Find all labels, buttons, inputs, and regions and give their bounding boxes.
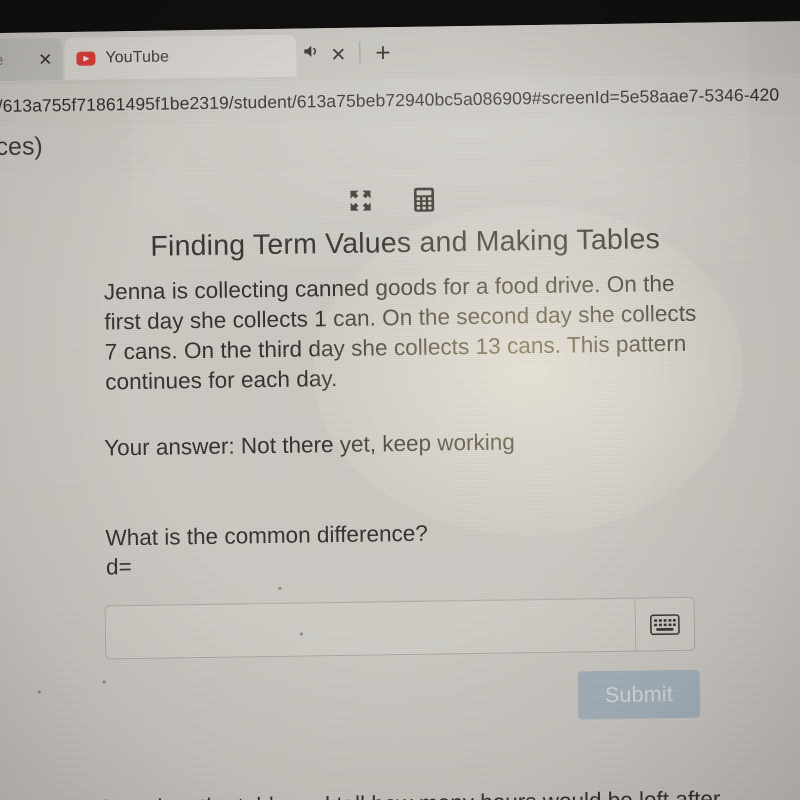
answer-row bbox=[104, 596, 696, 660]
answer-input-value[interactable] bbox=[106, 625, 635, 633]
browser-tab-home[interactable]: me ✕ bbox=[0, 38, 63, 82]
url-text: nce/613a755f71861495f1be2319/student/613… bbox=[0, 83, 780, 116]
youtube-icon bbox=[76, 51, 96, 66]
tab-title: YouTube bbox=[105, 48, 170, 67]
math-keyboard-button[interactable] bbox=[634, 597, 695, 651]
submit-button[interactable]: Submit bbox=[577, 669, 701, 720]
tabstrip-divider bbox=[359, 41, 361, 64]
calculator-icon[interactable] bbox=[412, 187, 435, 213]
tab-close-icon[interactable]: ✕ bbox=[38, 50, 53, 69]
fullscreen-expand-icon[interactable] bbox=[348, 188, 372, 212]
problem-statement: Jenna is collecting canned goods for a f… bbox=[103, 270, 697, 395]
answer-input[interactable] bbox=[104, 596, 696, 660]
tab-title: me bbox=[0, 51, 4, 69]
photo-of-laptop-screen: me ✕ YouTube ✕ + nce/613a755f71861495f1b… bbox=[0, 0, 800, 800]
question-variable: d= bbox=[105, 554, 132, 580]
tab-close-icon[interactable]: ✕ bbox=[330, 44, 346, 67]
page-title: Finding Term Values and Making Tables bbox=[150, 223, 661, 263]
activity-toolbar bbox=[348, 187, 435, 214]
next-question-text: Complete the table and tell how many hou… bbox=[97, 784, 738, 800]
question-text: What is the common difference? bbox=[105, 520, 428, 551]
assignment-content: Finding Term Values and Making Tables Je… bbox=[0, 162, 800, 800]
new-tab-button[interactable]: + bbox=[375, 37, 391, 67]
browser-window: me ✕ YouTube ✕ + nce/613a755f71861495f1b… bbox=[0, 20, 800, 800]
tab-audio-playing-icon[interactable] bbox=[303, 44, 320, 58]
question-prompt: What is the common difference? d= bbox=[105, 519, 428, 582]
your-answer-status: Your answer: Not there yet, keep working bbox=[104, 429, 515, 461]
page-header-text: ences) bbox=[0, 132, 43, 162]
browser-tab-youtube[interactable]: YouTube bbox=[64, 34, 297, 81]
